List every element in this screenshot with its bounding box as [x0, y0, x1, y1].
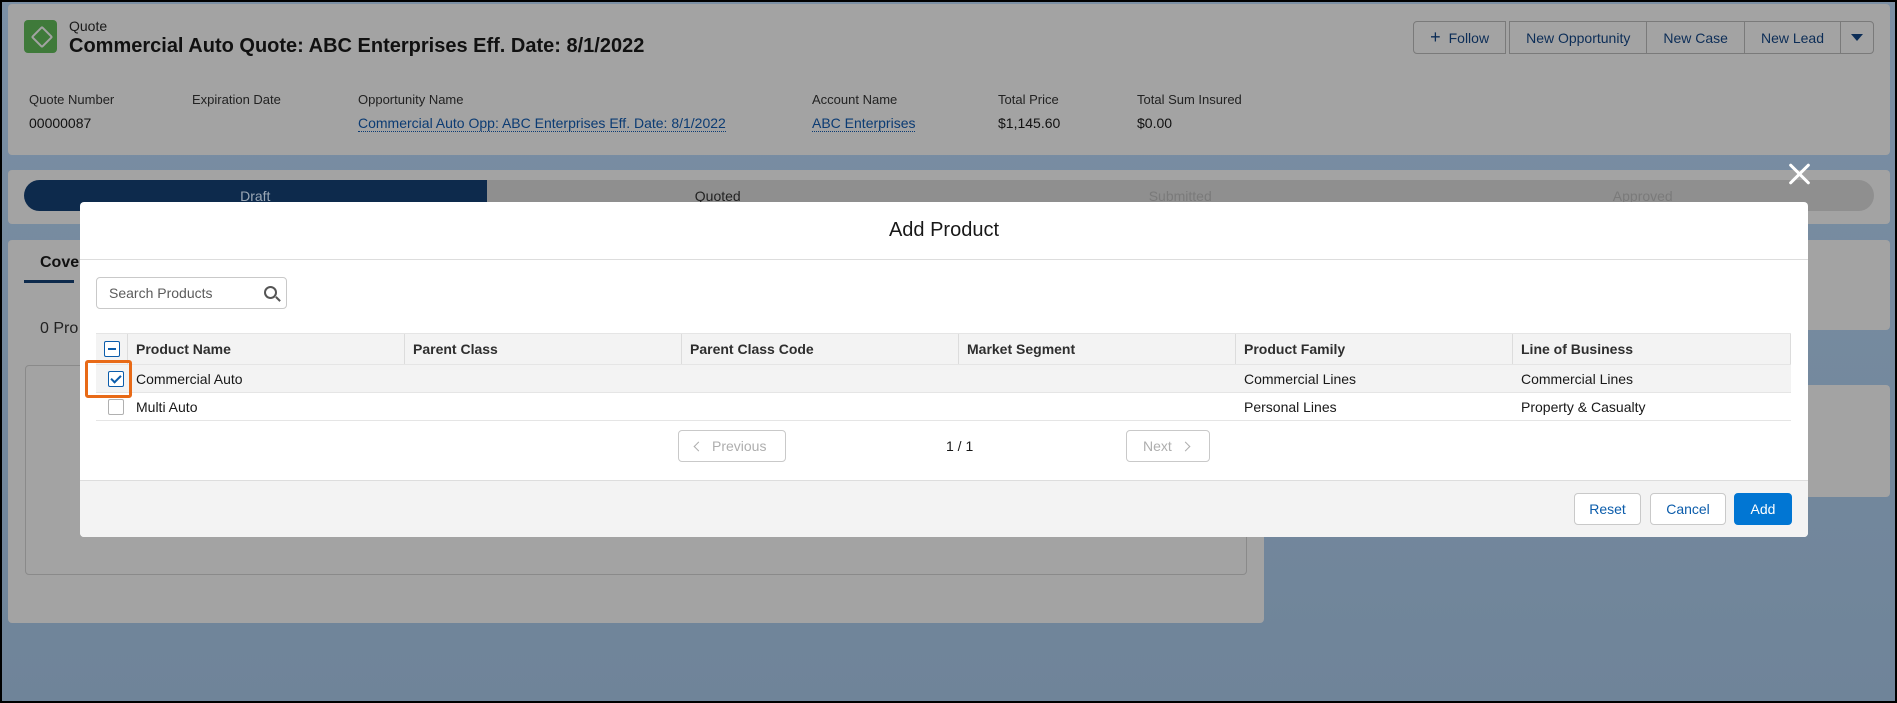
cell-parent-class [405, 365, 682, 392]
new-case-button[interactable]: New Case [1646, 21, 1745, 54]
cell-market-segment [959, 393, 1236, 420]
new-lead-button[interactable]: New Lead [1743, 21, 1841, 54]
tab-coverage[interactable]: Cove [40, 254, 79, 272]
active-tab-indicator [24, 280, 74, 283]
cell-line-of-business: Commercial Lines [1521, 370, 1634, 387]
select-all-checkbox[interactable] [103, 341, 120, 357]
account-link[interactable]: ABC Enterprises [812, 115, 916, 132]
table-header: Product Name Parent Class Parent Class C… [96, 333, 1791, 365]
quote-tag-icon [24, 20, 57, 53]
table-row[interactable]: Multi Auto Personal Lines Property & Cas… [96, 393, 1791, 421]
modal-title: Add Product [80, 202, 1808, 260]
row-checkbox[interactable] [108, 398, 124, 415]
search-icon[interactable] [264, 286, 277, 299]
record-header: Quote Commercial Auto Quote: ABC Enterpr… [8, 4, 1890, 155]
column-header-parent-class[interactable]: Parent Class [405, 334, 682, 364]
chevron-right-icon [1180, 441, 1191, 451]
follow-button[interactable]: + Follow [1413, 21, 1507, 54]
opportunity-link[interactable]: Commercial Auto Opp: ABC Enterprises Eff… [358, 115, 726, 132]
chevron-left-icon [693, 441, 704, 451]
field-opportunity-name: Opportunity Name Commercial Auto Opp: AB… [358, 92, 726, 132]
caret-down-icon [1851, 34, 1863, 41]
cell-parent-class [405, 393, 682, 420]
field-quote-number: Quote Number 00000087 [29, 92, 115, 131]
previous-button[interactable]: Previous [678, 430, 786, 462]
object-type-label: Quote [69, 18, 108, 34]
plus-icon: + [1430, 27, 1441, 47]
header-actions: + Follow New Opportunity New Case New Lea… [1413, 21, 1874, 54]
pagination: Previous 1 / 1 Next [80, 430, 1808, 464]
column-header-product-name[interactable]: Product Name [128, 334, 405, 364]
more-actions-button[interactable] [1840, 21, 1874, 54]
selection-highlight [85, 360, 132, 398]
cell-line-of-business: Property & Casualty [1521, 398, 1646, 415]
add-product-modal: Add Product Product Name Parent Class Pa… [80, 202, 1808, 537]
cell-product-name: Commercial Auto [136, 370, 243, 387]
field-expiration-date: Expiration Date [192, 92, 281, 107]
search-box [96, 277, 287, 309]
products-table: Product Name Parent Class Parent Class C… [96, 333, 1791, 421]
next-button[interactable]: Next [1126, 430, 1210, 462]
page-indicator: 1 / 1 [946, 438, 974, 454]
cancel-button[interactable]: Cancel [1650, 493, 1726, 525]
column-header-market-segment[interactable]: Market Segment [959, 334, 1236, 364]
page-title: Commercial Auto Quote: ABC Enterprises E… [69, 35, 645, 57]
cell-parent-class-code [682, 393, 959, 420]
product-count: 0 Pro [40, 320, 79, 337]
cell-product-family: Personal Lines [1244, 398, 1337, 415]
field-account-name: Account Name ABC Enterprises [812, 92, 916, 132]
column-header-parent-class-code[interactable]: Parent Class Code [682, 334, 959, 364]
column-header-product-family[interactable]: Product Family [1236, 334, 1513, 364]
cell-parent-class-code [682, 365, 959, 392]
cell-product-family: Commercial Lines [1244, 370, 1357, 387]
cell-market-segment [959, 365, 1236, 392]
close-icon[interactable] [1786, 162, 1812, 188]
column-header-line-of-business[interactable]: Line of Business [1513, 334, 1791, 364]
field-total-price: Total Price $1,145.60 [998, 92, 1061, 131]
cell-product-name: Multi Auto [136, 398, 198, 415]
reset-button[interactable]: Reset [1574, 493, 1641, 525]
search-input[interactable] [109, 285, 249, 301]
modal-footer: Reset Cancel Add [80, 480, 1808, 537]
table-row[interactable]: Commercial Auto Commercial Lines Commerc… [96, 365, 1791, 393]
field-total-sum-insured: Total Sum Insured $0.00 [1137, 92, 1242, 131]
add-button[interactable]: Add [1734, 493, 1792, 525]
new-opportunity-button[interactable]: New Opportunity [1509, 21, 1648, 54]
